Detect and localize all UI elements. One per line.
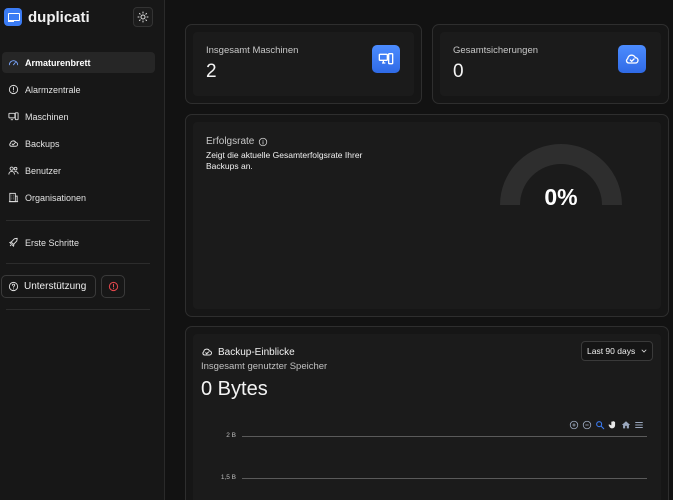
- backups-stat-value: 0: [453, 61, 464, 82]
- sidebar-item-label: Benutzer: [25, 165, 62, 176]
- chart-grid-line: [242, 478, 647, 479]
- theme-toggle-button[interactable]: [133, 7, 153, 27]
- sun-icon: [137, 11, 149, 23]
- building-icon: [8, 192, 19, 203]
- sidebar-item-label: Backups: [25, 138, 60, 149]
- backups-stat-label: Gesamtsicherungen: [453, 45, 539, 56]
- chart-grid-line: [242, 436, 647, 437]
- info-icon[interactable]: [258, 137, 268, 147]
- storage-used-label: Insgesamt genutzter Speicher: [201, 361, 328, 372]
- sidebar-item-label: Armaturenbrett: [25, 57, 91, 68]
- machines-stat-value: 2: [206, 61, 217, 82]
- zoom-out-icon[interactable]: [582, 420, 592, 430]
- chevron-down-icon: [641, 349, 647, 353]
- sidebar-item-label: Organisationen: [25, 192, 87, 203]
- sidebar-item-machines[interactable]: Maschinen: [2, 106, 155, 127]
- date-range-select[interactable]: Last 90 days: [581, 341, 653, 361]
- success-rate-title-text: Erfolgsrate: [206, 136, 255, 147]
- cloud-check-icon: [202, 348, 212, 356]
- sidebar-item-label: Erste Schritte: [25, 237, 80, 248]
- selection-zoom-icon[interactable]: [595, 420, 605, 430]
- users-icon: [8, 166, 19, 175]
- machines-icon: [378, 53, 394, 65]
- backup-insights-title-text: Backup-Einblicke: [218, 346, 295, 358]
- cloud-icon: [9, 140, 19, 147]
- y-axis-tick-label: 2 B: [226, 432, 236, 439]
- alert-circle-icon: [108, 281, 118, 292]
- machines-stat-icon-badge: [372, 45, 400, 73]
- success-rate-value: 0%: [544, 184, 578, 210]
- sidebar-item-getting-started[interactable]: Erste Schritte: [2, 232, 155, 253]
- sidebar-divider: [6, 309, 150, 310]
- sidebar-item-label: Alarmzentrale: [25, 84, 81, 95]
- cloud-check-icon: [625, 54, 639, 64]
- alert-circle-icon: [8, 84, 19, 95]
- reset-home-icon[interactable]: [621, 420, 631, 430]
- app-name: duplicati: [28, 8, 90, 26]
- sidebar-divider: [6, 263, 150, 264]
- duplicati-logo-icon: [4, 8, 22, 26]
- backups-stat-icon-badge: [618, 45, 646, 73]
- rocket-icon: [8, 237, 18, 248]
- sidebar-item-dashboard[interactable]: Armaturenbrett: [2, 52, 155, 73]
- backup-insights-title: Backup-Einblicke: [201, 346, 295, 358]
- sidebar-divider: [6, 220, 150, 221]
- chart-toolbar: [569, 419, 644, 430]
- support-button[interactable]: Unterstützung: [1, 275, 96, 298]
- sidebar-item-backups[interactable]: Backups: [2, 133, 155, 154]
- machines-icon: [8, 112, 19, 121]
- sidebar: duplicati Armaturenbrett Alarmzentrale M…: [0, 0, 165, 500]
- alerts-status-button[interactable]: [101, 275, 125, 298]
- sidebar-item-alerts[interactable]: Alarmzentrale: [2, 79, 155, 100]
- success-rate-title: Erfolgsrate: [206, 136, 268, 147]
- success-rate-description: Zeigt die aktuelle Gesamterfolgsrate Ihr…: [206, 150, 363, 171]
- sidebar-item-organizations[interactable]: Organisationen: [2, 187, 155, 208]
- storage-used-value: 0 Bytes: [201, 378, 268, 400]
- brand[interactable]: duplicati: [4, 6, 90, 28]
- pan-hand-icon[interactable]: [608, 420, 618, 430]
- help-circle-icon: [8, 281, 19, 292]
- menu-icon[interactable]: [634, 420, 644, 430]
- sidebar-item-label: Maschinen: [25, 111, 69, 122]
- support-label: Unterstützung: [24, 281, 87, 292]
- date-range-value: Last 90 days: [587, 346, 636, 356]
- machines-stat-label: Insgesamt Maschinen: [206, 45, 299, 56]
- y-axis-tick-label: 1,5 B: [220, 474, 236, 481]
- zoom-in-icon[interactable]: [569, 420, 579, 430]
- sidebar-item-users[interactable]: Benutzer: [2, 160, 155, 181]
- dashboard-icon: [8, 60, 19, 66]
